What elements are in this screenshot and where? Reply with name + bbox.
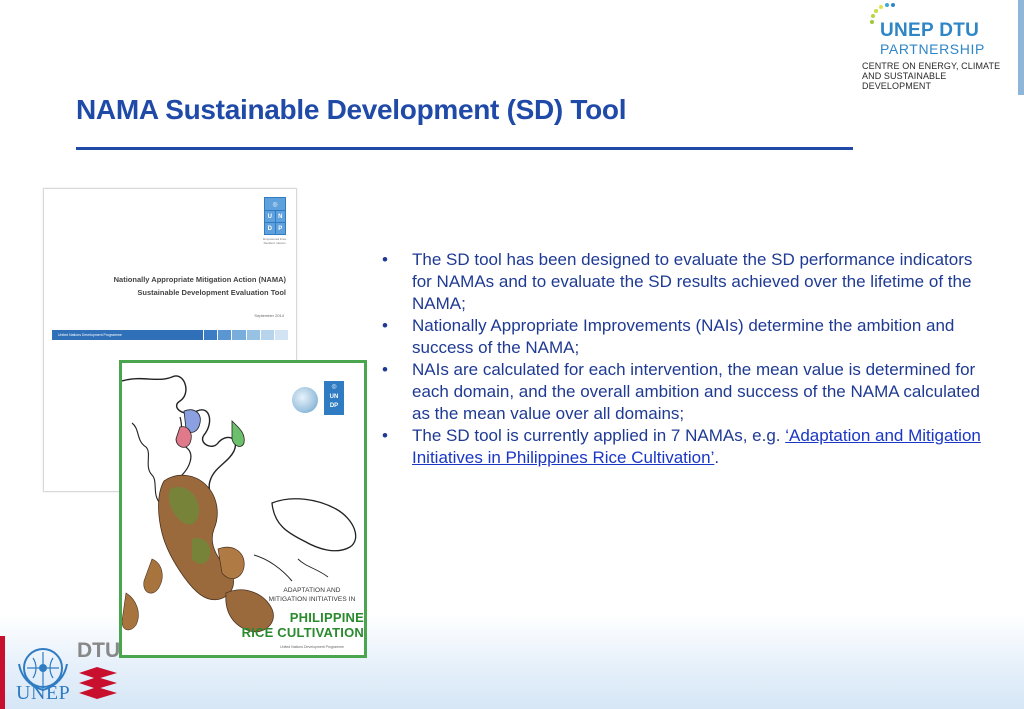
bullet-item: NAIs are calculated for each interventio… — [382, 359, 992, 425]
bar-square — [204, 330, 218, 340]
bar-square — [232, 330, 246, 340]
partner-name: UNEP DTU — [880, 20, 980, 41]
undp-letter-d: D — [265, 223, 275, 234]
rice-cover-title-line2: MITIGATION INITIATIVES IN — [268, 596, 356, 603]
bullet-list: The SD tool has been designed to evaluat… — [382, 249, 992, 469]
bar-square — [274, 330, 289, 340]
undp-logo: ◎ U N D P — [264, 197, 286, 235]
report-colour-bar: United Nations Development Programme — [52, 330, 289, 340]
report-title-line2: Sustainable Development Evaluation Tool — [137, 288, 286, 297]
red-accent-stripe — [0, 636, 5, 709]
undp-letters-dp: DP — [329, 403, 339, 409]
rice-cover-footer: United Nations Development Programme — [280, 645, 344, 649]
philippine-rice-nama-cover: ◎ UN DP ADAPTATION AND MITIGATION INITIA… — [119, 360, 367, 658]
slide-title: NAMA Sustainable Development (SD) Tool — [76, 94, 627, 125]
partner-subtitle: PARTNERSHIP — [880, 41, 985, 57]
bullet-item: The SD tool is currently applied in 7 NA… — [382, 425, 992, 469]
report-date: September 2014 — [254, 313, 284, 318]
undp-letter-p: P — [275, 223, 285, 234]
undp-logo-small: ◎ UN DP — [324, 381, 344, 415]
bar-square — [246, 330, 260, 340]
rice-cover-title-line4: RICE CULTIVATION — [241, 625, 364, 640]
rice-cover-title-line1: ADAPTATION AND — [283, 587, 341, 594]
report-title-line1: Nationally Appropriate Mitigation Action… — [113, 275, 286, 284]
un-emblem-icon: ◎ — [331, 384, 337, 390]
report-bar-label: United Nations Development Programme — [52, 330, 203, 340]
undp-letter-n: N — [275, 211, 285, 222]
title-underline — [76, 147, 853, 150]
undp-letters-un: UN — [329, 394, 339, 400]
partner-centre-line2: AND SUSTAINABLE DEVELOPMENT — [862, 71, 947, 91]
dtu-logo-icon — [79, 667, 117, 699]
un-emblem-icon: ◎ — [265, 198, 285, 210]
bar-square — [218, 330, 232, 340]
bullet-item: The SD tool has been designed to evaluat… — [382, 249, 992, 315]
undp-caption: Empowered lives. Resilient nations. — [263, 237, 287, 245]
unep-dtu-partnership-logo: UNEP DTU PARTNERSHIP CENTRE ON ENERGY, C… — [862, 2, 1018, 91]
bullet-text: The SD tool is currently applied in 7 NA… — [412, 426, 786, 445]
partner-centre-line1: CENTRE ON ENERGY, CLIMATE — [862, 61, 1001, 71]
globe-logo-icon — [292, 387, 318, 413]
bullet-text-end: . — [714, 448, 720, 467]
report-title: Nationally Appropriate Mitigation Action… — [64, 273, 286, 299]
unep-wordmark: UNEP — [16, 682, 71, 704]
rice-cover-title-line3: PHILIPPINE — [289, 610, 364, 625]
right-edge-accent — [1018, 0, 1024, 95]
bar-square — [260, 330, 274, 340]
undp-letter-u: U — [265, 211, 275, 222]
bullet-item: Nationally Appropriate Improvements (NAI… — [382, 315, 992, 359]
